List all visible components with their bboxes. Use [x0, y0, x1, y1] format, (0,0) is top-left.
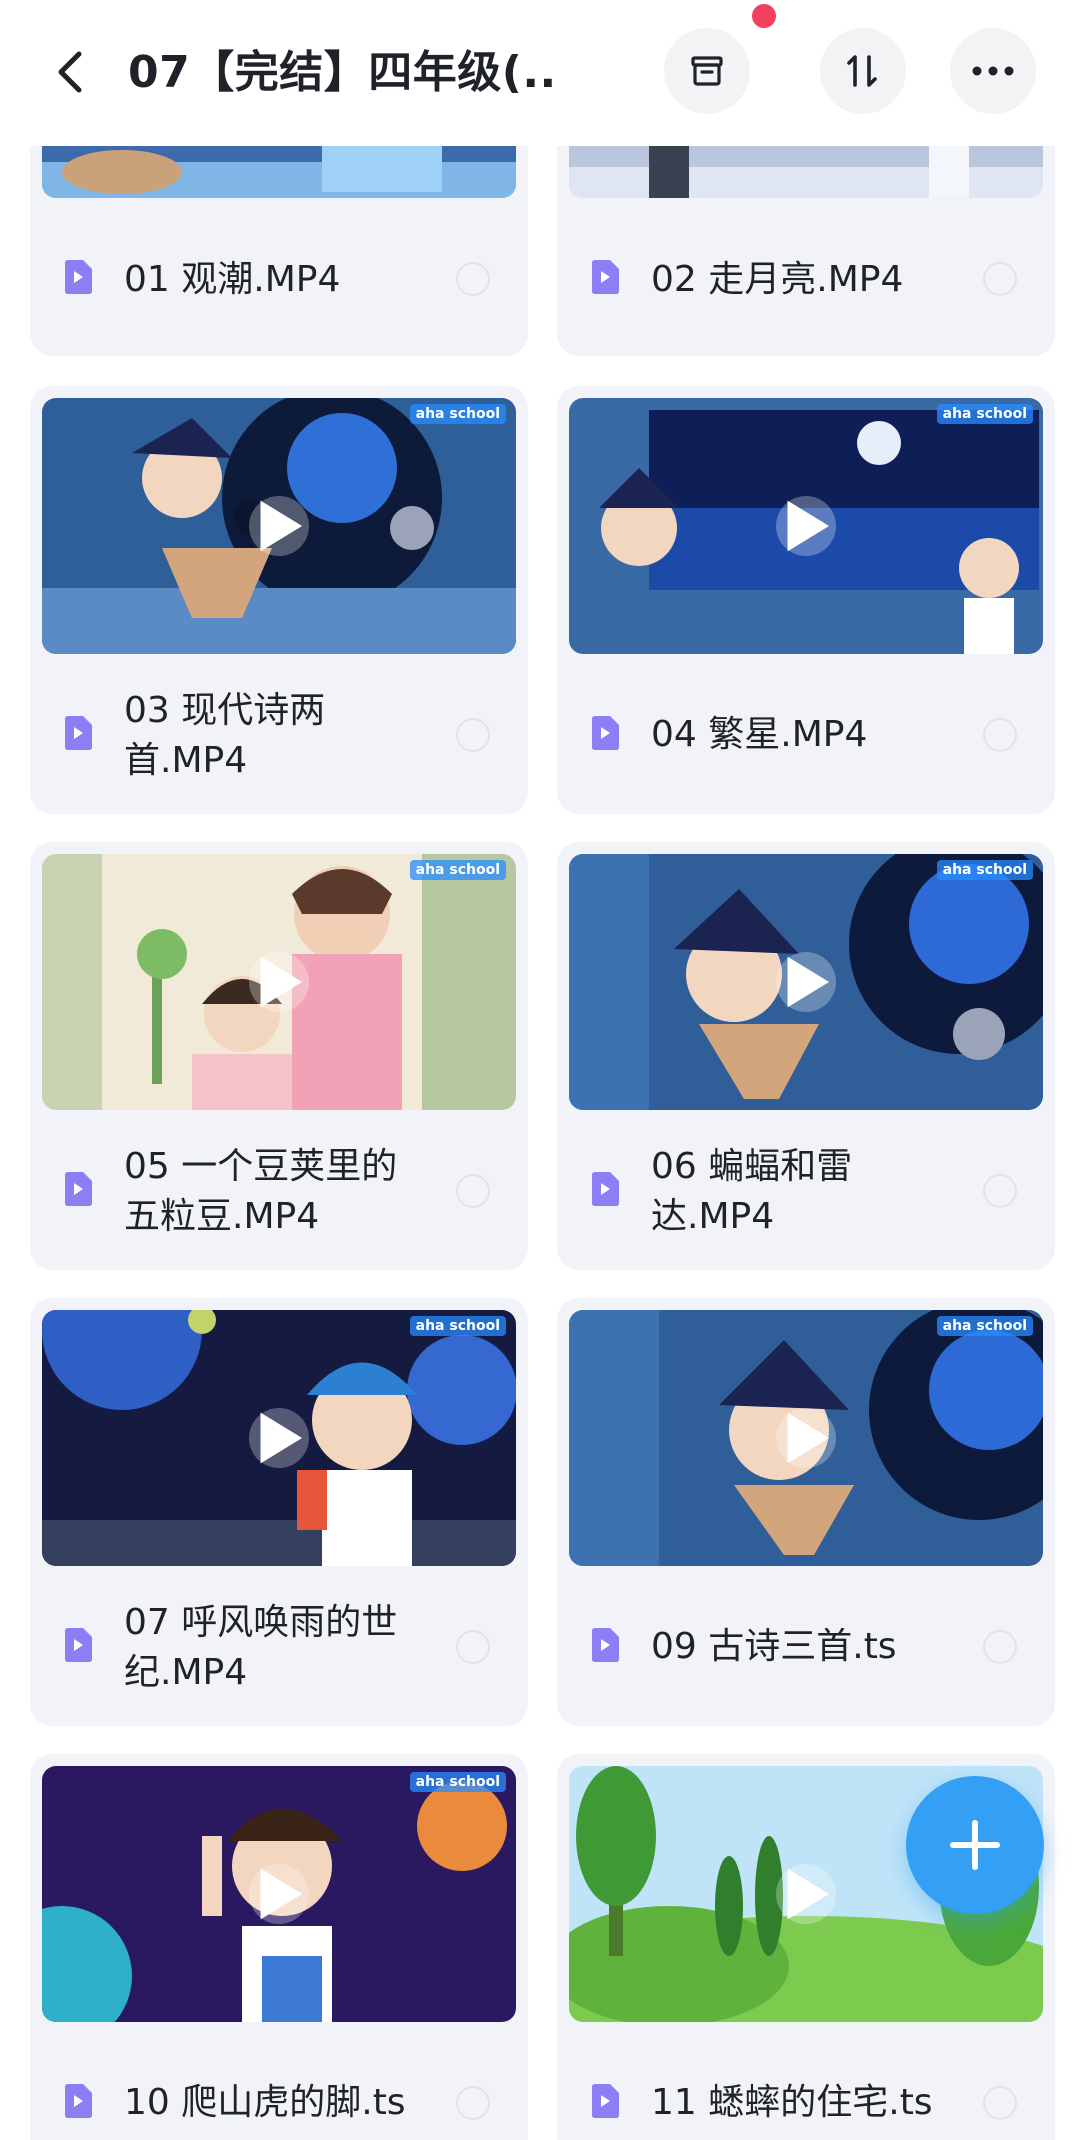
file-name: 05 一个豆荚里的 五粒豆.MP4	[124, 1146, 398, 1237]
select-radio[interactable]	[983, 2086, 1017, 2120]
brand-logo: aha school	[409, 404, 506, 424]
video-file-icon	[592, 716, 619, 750]
play-icon[interactable]	[249, 1408, 309, 1468]
video-thumbnail[interactable]: aha school	[42, 1766, 516, 2022]
chevron-left-icon	[58, 51, 82, 93]
video-file-icon	[65, 260, 92, 294]
archive-button[interactable]	[664, 28, 750, 114]
plus-icon	[950, 1820, 1000, 1870]
video-file-icon	[592, 1172, 619, 1206]
select-radio[interactable]	[983, 262, 1017, 296]
video-thumbnail[interactable]: aha school	[569, 854, 1043, 1110]
video-thumbnail[interactable]: aha school	[569, 1310, 1043, 1566]
select-radio[interactable]	[456, 262, 490, 296]
play-icon[interactable]	[249, 1864, 309, 1924]
play-icon[interactable]	[249, 952, 309, 1012]
select-radio[interactable]	[983, 1630, 1017, 1664]
video-file-icon	[592, 1628, 619, 1662]
file-card[interactable]: aha school 10 爬山虎的脚.ts	[30, 1754, 528, 2140]
sort-icon	[847, 55, 877, 87]
select-radio[interactable]	[456, 2086, 490, 2120]
play-icon[interactable]	[776, 1864, 836, 1924]
file-name: 01 观潮.MP4	[124, 259, 341, 300]
file-card[interactable]: aha school 07 呼风唤雨的世 纪.MP4	[30, 1298, 528, 1726]
video-file-icon	[592, 260, 619, 294]
video-thumbnail[interactable]: aha school	[42, 854, 516, 1110]
file-card[interactable]: aha school 06 蝙蝠和雷 达.MP4	[557, 842, 1055, 1270]
brand-logo: aha school	[936, 1316, 1033, 1336]
play-icon[interactable]	[776, 496, 836, 556]
select-radio[interactable]	[456, 718, 490, 752]
more-button[interactable]	[950, 28, 1036, 114]
video-file-icon	[65, 1628, 92, 1662]
video-thumbnail[interactable]: aha school	[569, 398, 1043, 654]
brand-logo: aha school	[409, 1316, 506, 1336]
file-name: 04 繁星.MP4	[651, 714, 868, 755]
select-radio[interactable]	[456, 1174, 490, 1208]
video-thumbnail[interactable]: aha school	[42, 398, 516, 654]
brand-logo: aha school	[409, 1772, 506, 1792]
sort-button[interactable]	[820, 28, 906, 114]
play-icon[interactable]	[249, 496, 309, 556]
video-file-icon	[65, 1172, 92, 1206]
add-button[interactable]	[906, 1776, 1044, 1914]
file-card[interactable]: aha school 09 古诗三首.ts	[557, 1298, 1055, 1726]
file-name: 11 蟋蟀的住宅.ts	[651, 2082, 933, 2123]
play-icon[interactable]	[776, 952, 836, 1012]
brand-logo: aha school	[409, 860, 506, 880]
notification-dot	[752, 4, 776, 28]
brand-logo: aha school	[936, 860, 1033, 880]
file-name: 02 走月亮.MP4	[651, 259, 904, 300]
file-name: 06 蝙蝠和雷 达.MP4	[651, 1146, 853, 1237]
file-name: 10 爬山虎的脚.ts	[124, 2082, 406, 2123]
more-horizontal-icon	[972, 66, 1014, 76]
file-card[interactable]: aha school 04 繁星.MP4	[557, 386, 1055, 814]
play-icon[interactable]	[776, 1408, 836, 1468]
select-radio[interactable]	[983, 718, 1017, 752]
video-file-icon	[65, 2084, 92, 2118]
video-thumbnail[interactable]: aha school	[42, 1310, 516, 1566]
file-name: 09 古诗三首.ts	[651, 1626, 897, 1667]
page-title: 07【完结】四年级(...	[128, 47, 558, 98]
file-name: 03 现代诗两 首.MP4	[124, 690, 326, 781]
back-button[interactable]	[42, 36, 98, 108]
file-card[interactable]: aha school 05 一个豆荚里的 五粒豆.MP4	[30, 842, 528, 1270]
brand-logo: aha school	[936, 404, 1033, 424]
select-radio[interactable]	[456, 1630, 490, 1664]
top-bar: 07【完结】四年级(...	[0, 0, 1079, 146]
select-radio[interactable]	[983, 1174, 1017, 1208]
video-file-icon	[592, 2084, 619, 2118]
file-name: 07 呼风唤雨的世 纪.MP4	[124, 1602, 398, 1693]
archive-icon	[691, 56, 723, 86]
file-card[interactable]: aha school 03 现代诗两 首.MP4	[30, 386, 528, 814]
video-file-icon	[65, 716, 92, 750]
